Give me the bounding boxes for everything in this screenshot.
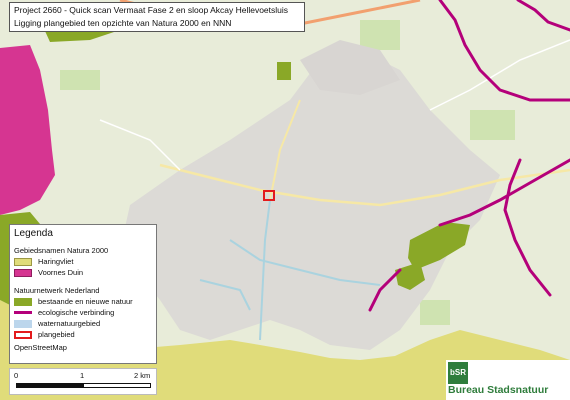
legend-item-haringvliet: Haringvliet: [14, 256, 152, 267]
haringvliet-swatch: [14, 257, 32, 266]
legend: Legenda Gebiedsnamen Natura 2000 Haringv…: [9, 224, 157, 364]
legend-item-ecologische-verbinding: ecologische verbinding: [14, 307, 152, 318]
legend-item-label: Haringvliet: [38, 257, 74, 266]
scale-segment-2: [83, 383, 151, 388]
legend-group-nnn: Natuurnetwerk Nederland bestaande en nie…: [14, 285, 152, 340]
legend-source: OpenStreetMap: [14, 343, 67, 352]
natuur-swatch: [14, 297, 32, 306]
legend-heading: Natuurnetwerk Nederland: [14, 286, 100, 295]
voornes-duin-swatch: [14, 268, 32, 277]
legend-item-plangebied: plangebied: [14, 329, 152, 340]
logo-mark: bSR: [448, 362, 468, 384]
legend-group-natura2000: Gebiedsnamen Natura 2000 Haringvliet Voo…: [14, 245, 152, 278]
scale-segment-1: [16, 383, 84, 388]
legend-item-label: bestaande en nieuwe natuur: [38, 297, 133, 306]
legend-item-label: plangebied: [38, 330, 75, 339]
legend-title: Legenda: [14, 228, 53, 239]
legend-item-voornes-duin: Voornes Duin: [14, 267, 152, 278]
map-title-box: Project 2660 - Quick scan Vermaat Fase 2…: [9, 2, 305, 32]
legend-item-label: waternatuurgebied: [38, 319, 101, 328]
bureau-stadsnatuur-logo: bSR Bureau Stadsnatuur: [446, 360, 570, 400]
plangebied-swatch: [14, 330, 32, 339]
waternatuurgebied-swatch: [14, 319, 32, 328]
legend-heading: Gebiedsnamen Natura 2000: [14, 246, 109, 255]
legend-item-label: Voornes Duin: [38, 268, 84, 277]
scale-label-2: 2 km: [134, 371, 151, 380]
scale-label-1: 1: [80, 371, 85, 380]
legend-item-label: ecologische verbinding: [38, 308, 115, 317]
map-subtitle: Ligging plangebied ten opzichte van Natu…: [14, 18, 232, 28]
logo-name: Bureau Stadsnatuur: [448, 384, 549, 396]
ecologische-verbinding-swatch: [14, 311, 32, 314]
legend-item-waternatuurgebied: waternatuurgebied: [14, 318, 152, 329]
scale-label-0: 0: [14, 371, 19, 380]
legend-item-natuur: bestaande en nieuwe natuur: [14, 296, 152, 307]
map-title: Project 2660 - Quick scan Vermaat Fase 2…: [14, 5, 289, 15]
scale-bar: 0 1 2 km: [9, 368, 157, 395]
